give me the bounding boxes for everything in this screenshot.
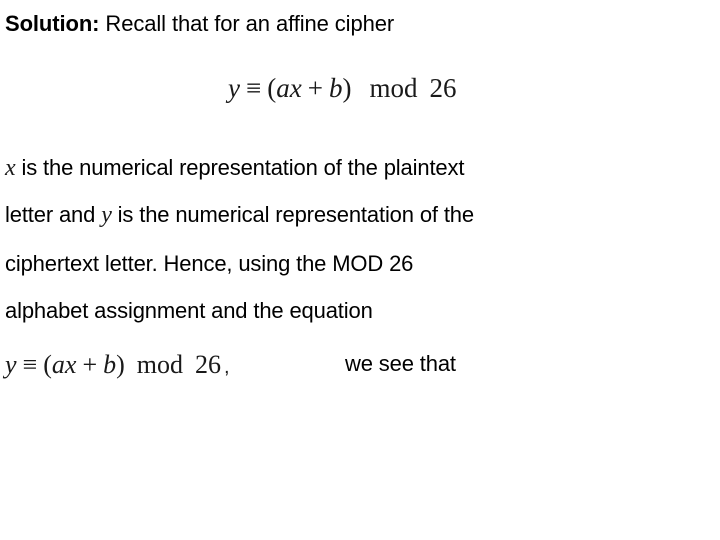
body-line-3: ciphertext letter. Hence, using the MOD …	[5, 251, 414, 276]
body-line-5: y ≡ (ax + b) mod 26, we see that	[5, 344, 720, 388]
plaintext-variable-x: x	[5, 155, 16, 181]
inline-equation: y ≡ (ax + b) mod 26,	[5, 348, 230, 384]
ciphertext-variable-y: y	[101, 202, 112, 228]
slide-title: Solution: Recall that for an affine ciph…	[5, 10, 715, 38]
inline-equation-equiv-symbol: ≡	[22, 350, 38, 379]
equation-plus-symbol: +	[307, 73, 323, 103]
equation-modulus: 26	[429, 73, 457, 103]
equation-mod-keyword: mod	[369, 73, 418, 103]
inline-equation-open-paren: (	[43, 350, 52, 379]
equation-shift-variable: b	[328, 73, 343, 103]
inline-equation-close-paren: )	[116, 350, 125, 379]
equation-plaintext-variable: x	[289, 73, 302, 103]
equation-coefficient-variable: a	[276, 73, 290, 103]
inline-equation-trailing-comma: ,	[224, 356, 230, 378]
inline-equation-modulus: 26	[195, 350, 222, 379]
inline-equation-coefficient-variable: a	[51, 350, 65, 379]
solution-label: Solution:	[5, 11, 100, 36]
equation-open-paren: (	[267, 73, 277, 103]
inline-equation-plus-symbol: +	[82, 350, 98, 379]
equation-equiv-symbol: ≡	[245, 73, 262, 103]
equation-lhs-variable: y	[228, 73, 240, 103]
display-equation: y ≡ (ax + b) mod 26	[228, 70, 456, 106]
inline-equation-shift-variable: b	[103, 350, 117, 379]
inline-equation-plaintext-variable: x	[64, 350, 77, 379]
title-remainder: Recall that for an affine cipher	[99, 11, 395, 36]
slide-canvas: Solution: Recall that for an affine ciph…	[0, 0, 720, 540]
body-line-2-text: is the numerical representation of the	[111, 202, 474, 227]
body-line-1-text: is the numerical representation of the p…	[15, 155, 465, 180]
body-line-2-prefix: letter and	[5, 202, 102, 227]
body-line-4: alphabet assignment and the equation	[5, 298, 373, 323]
inline-equation-mod-keyword: mod	[136, 350, 184, 379]
inline-equation-lhs-variable: y	[5, 350, 17, 379]
equation-close-paren: )	[342, 73, 352, 103]
we-see-that-text: we see that	[345, 351, 456, 376]
body-line-2: letter and y is the numerical representa…	[5, 200, 720, 230]
body-line-1: x is the numerical representation of the…	[5, 153, 720, 183]
